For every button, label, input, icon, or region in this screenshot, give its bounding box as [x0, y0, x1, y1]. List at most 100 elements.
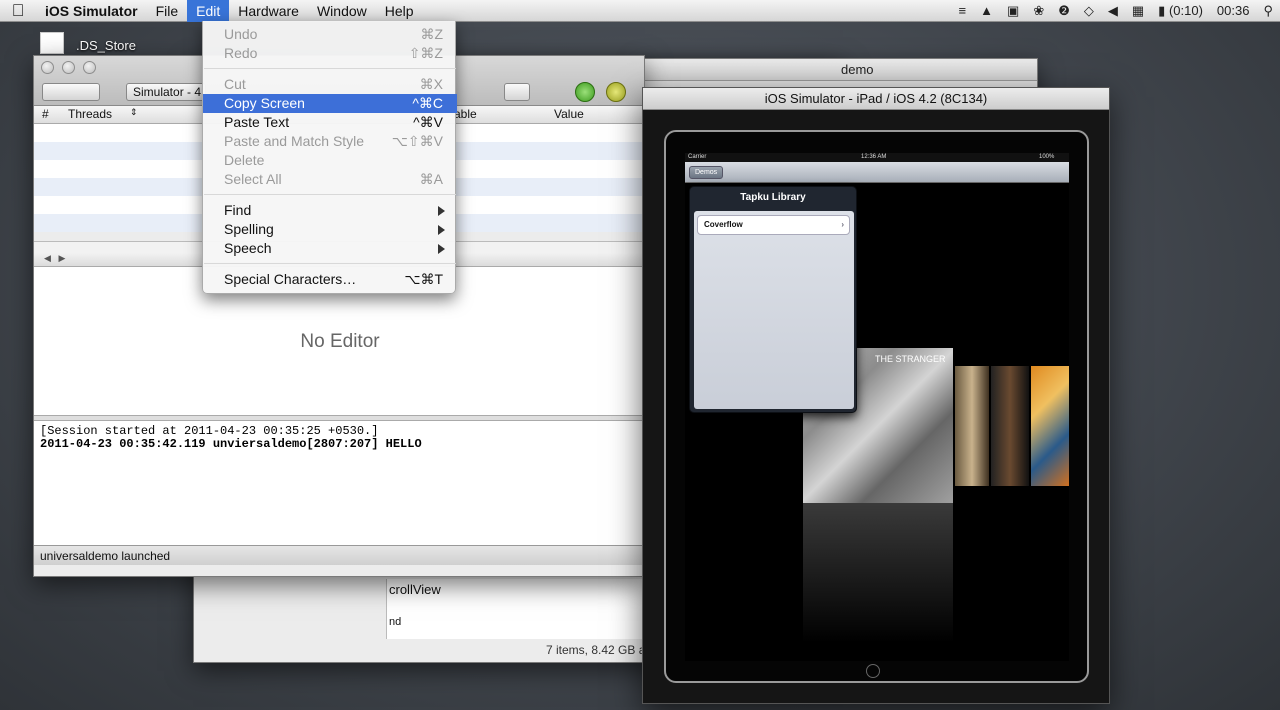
paste-text-shortcut: ^⌘V: [413, 114, 443, 130]
menu-bar:  iOS Simulator File Edit Hardware Windo…: [0, 0, 1280, 22]
back-window-list: crollView nd: [386, 579, 642, 639]
redo-shortcut: ⇧⌘Z: [408, 45, 443, 61]
spotlight-search-icon[interactable]: ⚲: [1256, 0, 1280, 22]
second-back-window-titlebar[interactable]: demo: [641, 59, 1037, 81]
menu-edit[interactable]: Edit: [187, 0, 230, 22]
album-reflection: [803, 503, 953, 643]
back-window-status: 7 items, 8.42 GB a: [546, 643, 646, 657]
ipad-screen[interactable]: Carrier 12:36 AM 100% Demos THE STRANGER…: [685, 153, 1069, 661]
special-characters-label: Special Characters…: [224, 271, 357, 287]
ios-status-bar: Carrier 12:36 AM 100%: [685, 153, 1069, 162]
status-bar: universaldemo launched: [34, 545, 644, 565]
menu-item-undo[interactable]: Undo ⌘Z: [203, 25, 457, 44]
keyboard-icon[interactable]: ▦: [1125, 0, 1151, 22]
album-cover[interactable]: [955, 366, 989, 486]
carrier-label: Carrier: [688, 154, 707, 160]
special-characters-shortcut: ⌥⌘T: [404, 271, 443, 287]
back-arrow-icon[interactable]: ◀: [44, 253, 51, 263]
col-variable[interactable]: able: [454, 107, 477, 121]
scheme-popup[interactable]: Simulator - 4: [126, 83, 206, 101]
app-menu[interactable]: iOS Simulator: [36, 0, 147, 22]
pause-icon[interactable]: [606, 82, 626, 102]
menu-item-special-characters[interactable]: Special Characters… ⌥⌘T: [203, 270, 457, 289]
minimize-window-button[interactable]: [62, 61, 75, 74]
undo-shortcut: ⌘Z: [420, 26, 443, 42]
delete-label: Delete: [224, 152, 265, 168]
menu-item-delete[interactable]: Delete: [203, 151, 457, 170]
menu-item-select-all[interactable]: Select All ⌘A: [203, 170, 457, 189]
submenu-arrow-icon: [438, 244, 445, 254]
undo-label: Undo: [224, 26, 258, 42]
menu-item-paste-match-style[interactable]: Paste and Match Style ⌥⇧⌘V: [203, 132, 457, 151]
battery-time: (0:10): [1168, 3, 1203, 18]
evernote-icon[interactable]: ❀: [1026, 0, 1051, 22]
app-switcher-icon[interactable]: ▣: [1000, 0, 1026, 22]
coverflow-label: Coverflow: [704, 220, 743, 229]
battery-status[interactable]: ▮ (0:10): [1151, 0, 1210, 22]
hat-icon[interactable]: ▲: [973, 0, 1000, 22]
cut-shortcut: ⌘X: [419, 76, 443, 92]
simulator-title[interactable]: iOS Simulator - iPad / iOS 4.2 (8C134): [643, 88, 1109, 110]
coverflow-cell[interactable]: Coverflow ›: [697, 215, 850, 235]
list-item[interactable]: nd: [389, 616, 401, 628]
redo-label: Redo: [224, 45, 258, 61]
home-button[interactable]: [866, 664, 880, 678]
edit-menu-dropdown: Undo ⌘Z Redo ⇧⌘Z Cut ⌘X Copy Screen ^⌘C Past…: [202, 21, 457, 294]
col-value[interactable]: Value: [554, 107, 584, 121]
ipad-frame: Carrier 12:36 AM 100% Demos THE STRANGER…: [664, 130, 1089, 683]
menu-hardware[interactable]: Hardware: [229, 0, 308, 22]
spelling-label: Spelling: [224, 221, 274, 237]
breakpoints-button[interactable]: [504, 83, 530, 101]
view-mode-segmented-control[interactable]: [42, 83, 100, 101]
menu-help[interactable]: Help: [376, 0, 423, 22]
popover-table: Coverflow ›: [694, 211, 854, 409]
submenu-arrow-icon: [438, 225, 445, 235]
copy-screen-shortcut: ^⌘C: [412, 95, 443, 111]
list-item[interactable]: crollView: [389, 582, 441, 597]
apple-menu-icon[interactable]: : [0, 0, 36, 22]
close-window-button[interactable]: [41, 61, 54, 74]
ios-simulator-window[interactable]: iOS Simulator - iPad / iOS 4.2 (8C134) C…: [642, 87, 1110, 704]
disclosure-chevron-icon: ›: [841, 220, 844, 229]
forward-arrow-icon[interactable]: ▶: [58, 253, 65, 263]
menu-item-cut[interactable]: Cut ⌘X: [203, 75, 457, 94]
ds-store-file-icon[interactable]: [40, 32, 64, 54]
copy-screen-label: Copy Screen: [224, 95, 305, 111]
col-threads[interactable]: Threads: [68, 107, 112, 121]
menu-item-paste-text[interactable]: Paste Text ^⌘V: [203, 113, 457, 132]
second-back-window-title: demo: [841, 62, 874, 77]
menu-file[interactable]: File: [147, 0, 188, 22]
menubar-clock[interactable]: 00:36: [1210, 0, 1257, 22]
continue-icon[interactable]: [575, 82, 595, 102]
menu-extras-icon[interactable]: ≡: [952, 0, 974, 22]
popover-title: Tapku Library: [740, 192, 806, 203]
zoom-window-button[interactable]: [83, 61, 96, 74]
no-editor-label: No Editor: [300, 331, 380, 352]
album-title: THE STRANGER: [875, 354, 946, 364]
menu-item-speech[interactable]: Speech: [203, 239, 457, 258]
menu-item-spelling[interactable]: Spelling: [203, 220, 457, 239]
wifi-icon[interactable]: ◇: [1077, 0, 1101, 22]
menu-separator: [204, 263, 456, 264]
console-output[interactable]: [Session started at 2011-04-23 00:35:25 …: [34, 421, 644, 545]
menu-separator: [204, 194, 456, 195]
tapku-popover: Tapku Library Coverflow ›: [689, 186, 857, 413]
badge-2-icon[interactable]: ❷: [1051, 0, 1077, 22]
col-num[interactable]: #: [42, 107, 49, 121]
album-cover[interactable]: [991, 366, 1029, 486]
demos-button[interactable]: Demos: [689, 166, 724, 179]
find-label: Find: [224, 202, 252, 218]
volume-icon[interactable]: ◀: [1101, 0, 1125, 22]
paste-match-style-label: Paste and Match Style: [224, 133, 365, 149]
select-all-shortcut: ⌘A: [419, 171, 443, 187]
menu-item-copy-screen[interactable]: Copy Screen ^⌘C: [203, 94, 457, 113]
ios-clock: 12:36 AM: [861, 154, 887, 160]
speech-label: Speech: [224, 240, 272, 256]
paste-text-label: Paste Text: [224, 114, 290, 130]
cut-label: Cut: [224, 76, 246, 92]
album-cover[interactable]: [1031, 366, 1069, 486]
ds-store-label[interactable]: .DS_Store: [76, 38, 136, 53]
menu-item-redo[interactable]: Redo ⇧⌘Z: [203, 44, 457, 63]
menu-window[interactable]: Window: [308, 0, 376, 22]
menu-item-find[interactable]: Find: [203, 201, 457, 220]
